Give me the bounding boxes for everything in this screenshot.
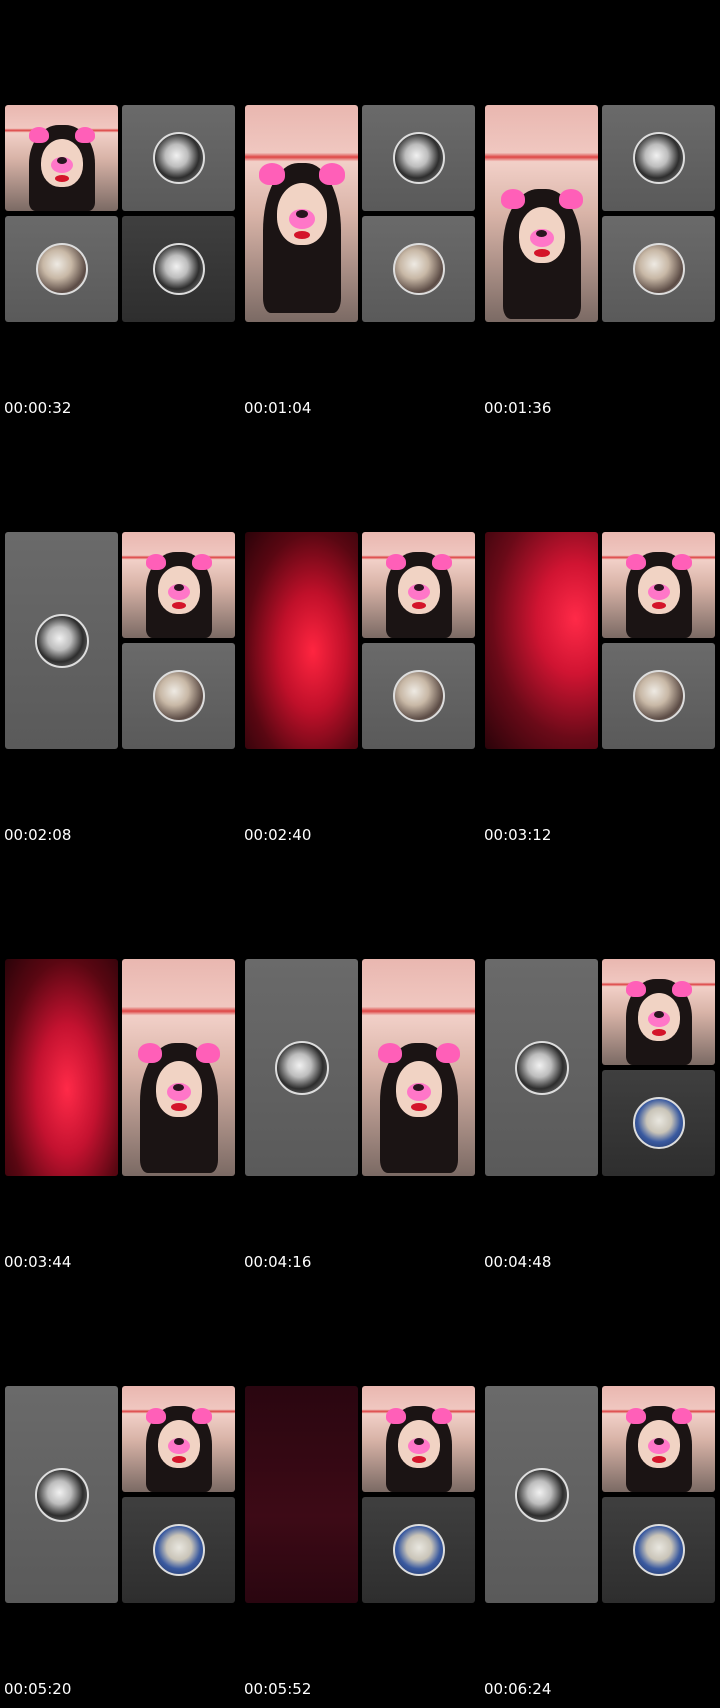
video-tile-guest — [362, 1497, 475, 1603]
timestamp: 00:06:24 — [484, 1680, 552, 1698]
face-filter-icon — [384, 546, 454, 638]
avatar — [515, 1468, 569, 1522]
timestamp: 00:01:04 — [244, 399, 312, 417]
face-filter-icon — [27, 119, 97, 211]
avatar — [153, 1524, 205, 1576]
timestamp: 00:04:16 — [244, 1253, 312, 1271]
video-tile-guest — [602, 216, 715, 322]
avatar — [393, 132, 445, 184]
video-tile-guest — [5, 1386, 118, 1603]
video-tile-red — [5, 959, 118, 1176]
video-tile-guest — [485, 959, 598, 1176]
video-tile-guest — [5, 216, 118, 322]
face-filter-icon — [499, 181, 585, 321]
video-tile-host — [245, 105, 358, 322]
video-tile-host — [602, 532, 715, 638]
timestamp: 00:05:52 — [244, 1680, 312, 1698]
avatar — [35, 1468, 89, 1522]
face-filter-icon — [144, 1400, 214, 1492]
video-tile-red — [245, 1386, 358, 1603]
face-filter-icon — [624, 1400, 694, 1492]
timestamp: 00:00:32 — [4, 399, 72, 417]
avatar — [633, 670, 685, 722]
video-tile-guest — [245, 959, 358, 1176]
video-tile-guest — [602, 1497, 715, 1603]
avatar — [633, 243, 685, 295]
frame-5[interactable]: 00:02:40 — [240, 532, 475, 844]
face-filter-icon — [376, 1035, 462, 1175]
timestamp: 00:02:40 — [244, 826, 312, 844]
face-filter-icon — [624, 546, 694, 638]
frame-7[interactable]: 00:03:44 — [0, 959, 235, 1271]
face-filter-icon — [384, 1400, 454, 1492]
video-tile-red — [245, 532, 358, 749]
avatar — [393, 243, 445, 295]
face-filter-icon — [624, 973, 694, 1065]
video-tile-guest — [602, 643, 715, 749]
timestamp: 00:01:36 — [484, 399, 552, 417]
avatar — [35, 614, 89, 668]
video-tile-host — [122, 959, 235, 1176]
video-tile-host — [602, 959, 715, 1065]
avatar — [275, 1041, 329, 1095]
video-tile-guest — [602, 105, 715, 211]
video-tile-guest — [362, 643, 475, 749]
timestamp: 00:05:20 — [4, 1680, 72, 1698]
avatar — [153, 132, 205, 184]
video-tile-host — [362, 959, 475, 1176]
frame-8[interactable]: 00:04:16 — [240, 959, 475, 1271]
timestamp: 00:04:48 — [484, 1253, 552, 1271]
video-tile-red — [485, 532, 598, 749]
frame-3[interactable]: 00:01:36 — [480, 105, 715, 417]
frame-2[interactable]: 00:01:04 — [240, 105, 475, 417]
avatar — [633, 1097, 685, 1149]
video-tile-guest — [122, 105, 235, 211]
avatar — [393, 1524, 445, 1576]
video-tile-host — [5, 105, 118, 211]
frame-9[interactable]: 00:04:48 — [480, 959, 715, 1271]
video-tile-guest — [122, 1497, 235, 1603]
video-tile-guest — [602, 1070, 715, 1176]
frame-12[interactable]: 00:06:24 — [480, 1386, 715, 1698]
avatar — [36, 243, 88, 295]
face-filter-icon — [259, 155, 345, 315]
face-filter-icon — [136, 1035, 222, 1175]
video-tile-guest — [122, 216, 235, 322]
video-tile-guest — [362, 216, 475, 322]
avatar — [153, 670, 205, 722]
video-tile-host — [362, 1386, 475, 1492]
avatar — [393, 670, 445, 722]
timestamp: 00:03:12 — [484, 826, 552, 844]
video-tile-host — [602, 1386, 715, 1492]
avatar — [633, 132, 685, 184]
avatar — [515, 1041, 569, 1095]
video-tile-guest — [485, 1386, 598, 1603]
timestamp: 00:03:44 — [4, 1253, 72, 1271]
video-tile-guest — [362, 105, 475, 211]
frame-11[interactable]: 00:05:52 — [240, 1386, 475, 1698]
video-tile-guest — [122, 643, 235, 749]
frame-6[interactable]: 00:03:12 — [480, 532, 715, 844]
avatar — [153, 243, 205, 295]
frame-4[interactable]: 00:02:08 — [0, 532, 235, 844]
avatar — [633, 1524, 685, 1576]
face-filter-icon — [144, 546, 214, 638]
video-tile-host — [362, 532, 475, 638]
video-tile-guest — [5, 532, 118, 749]
frame-1[interactable]: 00:00:32 — [0, 105, 235, 417]
video-tile-host — [485, 105, 598, 322]
frame-10[interactable]: 00:05:20 — [0, 1386, 235, 1698]
timeline-sheet: { "frames": [ {"timestamp": "00:00:32"},… — [0, 0, 720, 1708]
video-tile-host — [122, 1386, 235, 1492]
video-tile-host — [122, 532, 235, 638]
timestamp: 00:02:08 — [4, 826, 72, 844]
